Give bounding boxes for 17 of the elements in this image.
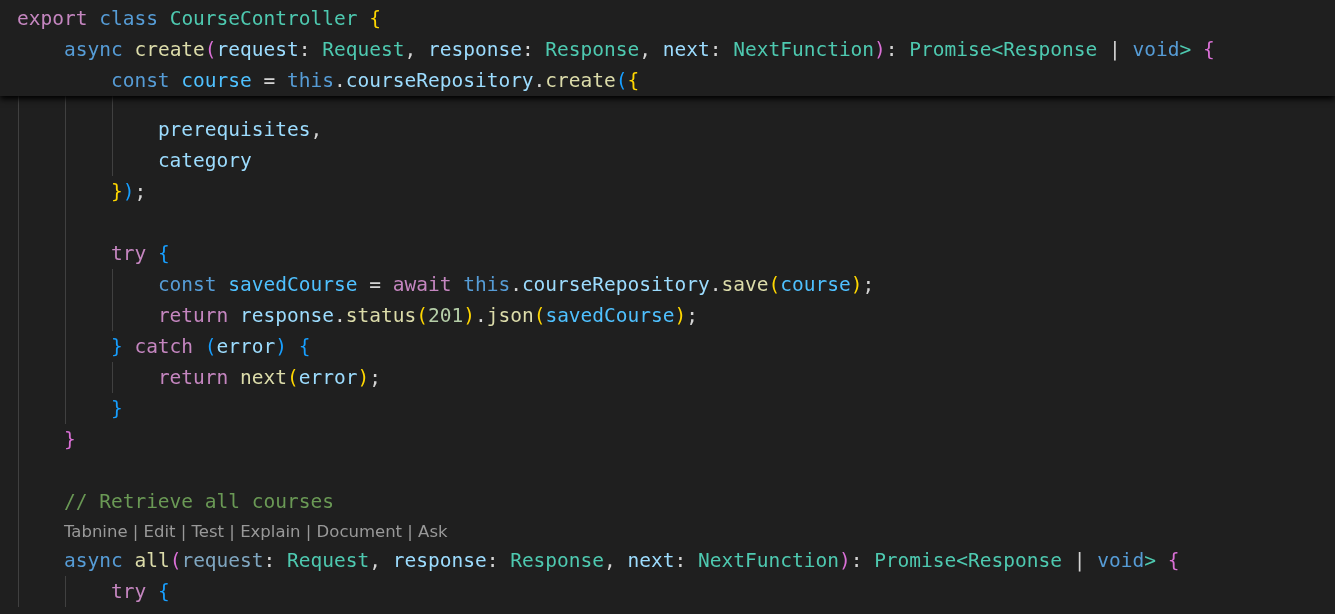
code-line: return response.status(201).json(savedCourse);: [157, 303, 699, 329]
code-line: prerequisites,: [157, 117, 323, 143]
code-line: const course = this.courseRepository.create({: [110, 68, 640, 94]
code-line: } catch (error) {: [110, 334, 311, 360]
code-line: export class CourseController {: [17, 6, 381, 32]
code-line: async all(request: Request, response: Response, next: NextFunction): Promise<Response | void> {: [63, 548, 1180, 574]
code-lens[interactable]: Tabnine | Edit | Test | Explain | Document | Ask: [63, 521, 448, 541]
code-line: }: [110, 396, 123, 422]
code-line: const savedCourse = await this.courseRepository.save(course);: [157, 272, 875, 298]
code-line: try {: [110, 579, 170, 605]
code-line: });: [110, 179, 147, 205]
code-line: // Retrieve all courses: [63, 489, 334, 515]
code-line: return next(error);: [157, 365, 381, 391]
code-line: async create(request: Request, response: Response, next: NextFunction): Promise<Response | void> {: [63, 37, 1215, 63]
code-line: }: [63, 427, 76, 453]
code-line: try {: [110, 241, 170, 267]
code-line: category: [157, 148, 252, 174]
